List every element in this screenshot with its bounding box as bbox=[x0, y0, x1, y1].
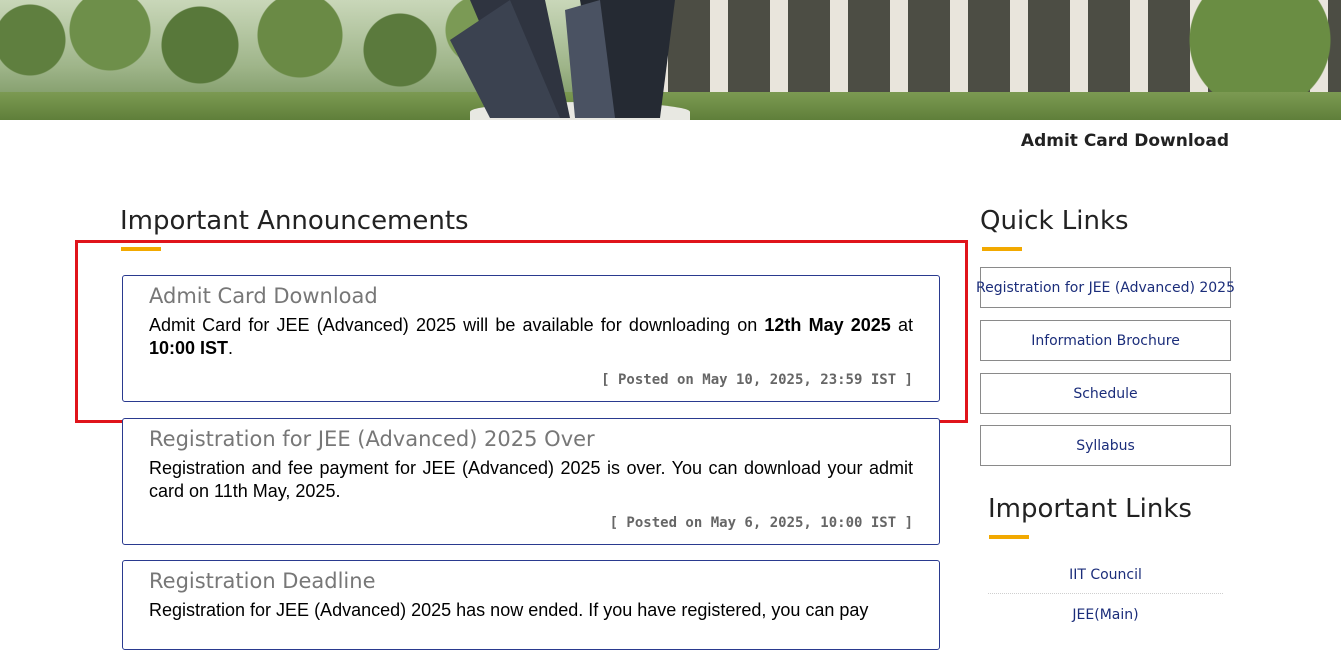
announcement-title: Registration Deadline bbox=[149, 569, 376, 593]
page-title: Admit Card Download bbox=[1020, 131, 1229, 151]
quick-link-information-brochure[interactable]: Information Brochure bbox=[980, 320, 1231, 361]
announcements-heading: Important Announcements bbox=[120, 206, 469, 236]
header-banner-image bbox=[0, 0, 1341, 120]
banner-sculpture bbox=[450, 0, 675, 118]
highlight-annotation-box bbox=[75, 240, 968, 423]
important-links-heading-underline bbox=[989, 535, 1029, 539]
announcement-card-registration-deadline: Registration Deadline Registration for J… bbox=[122, 560, 940, 650]
quick-link-syllabus[interactable]: Syllabus bbox=[980, 425, 1231, 466]
important-links-heading: Important Links bbox=[988, 494, 1192, 524]
important-link-jee-main[interactable]: JEE(Main) bbox=[988, 596, 1223, 634]
quick-links-heading: Quick Links bbox=[980, 206, 1129, 236]
announcement-body: Registration for JEE (Advanced) 2025 has… bbox=[149, 600, 869, 620]
quick-link-registration[interactable]: Registration for JEE (Advanced) 2025 bbox=[976, 267, 1235, 308]
announcement-title: Registration for JEE (Advanced) 2025 Ove… bbox=[149, 427, 595, 451]
important-link-iit-council[interactable]: IIT Council bbox=[988, 556, 1223, 594]
announcement-posted-date: [ Posted on May 6, 2025, 10:00 IST ] bbox=[609, 515, 913, 531]
quick-links-heading-underline bbox=[982, 247, 1022, 251]
quick-link-schedule[interactable]: Schedule bbox=[980, 373, 1231, 414]
announcement-body: Registration and fee payment for JEE (Ad… bbox=[149, 458, 913, 501]
announcement-card-registration-over: Registration for JEE (Advanced) 2025 Ove… bbox=[122, 418, 940, 545]
